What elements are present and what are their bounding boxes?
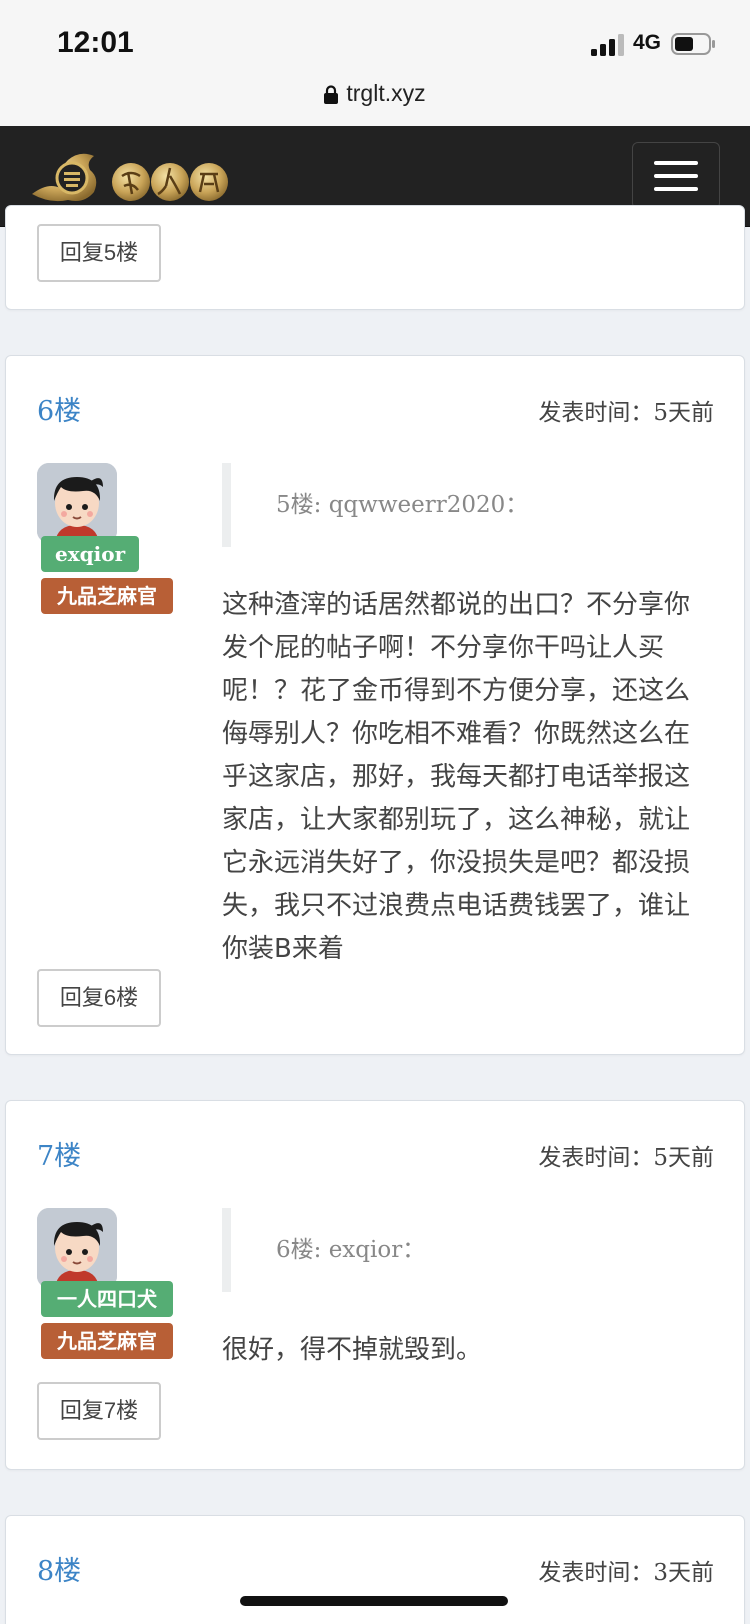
post-card-6: 6楼 发表时间：5天前 exqior 九品芝麻官 5楼: qqwweerr202… — [5, 355, 745, 1055]
address-bar[interactable]: trglt.xyz — [0, 80, 750, 107]
avatar[interactable] — [37, 463, 117, 543]
post-content: 很好，得不掉就毁到。 — [222, 1335, 483, 1365]
post-time: 发表时间：3天前 — [538, 1560, 714, 1586]
cellular-signal-icon — [591, 34, 624, 56]
lock-icon — [324, 85, 339, 104]
post-card-5: 回复5楼 — [5, 205, 745, 310]
avatar-icon — [37, 1208, 117, 1288]
reply-7-button[interactable]: 回复7楼 — [37, 1382, 161, 1440]
floor-number[interactable]: 7楼 — [37, 1134, 81, 1173]
quote-block: 5楼: qqwweerr2020： — [222, 463, 528, 547]
rank-badge: 九品芝麻官 — [41, 578, 173, 614]
post-card-7: 7楼 发表时间：5天前 一人四口犬 九品芝麻官 6楼: exqior： 很好，得… — [5, 1100, 745, 1470]
status-time: 12:01 — [57, 26, 134, 59]
network-type: 4G — [633, 31, 662, 54]
username-badge[interactable]: exqior — [41, 536, 140, 572]
post-card-8: 8楼 发表时间：3天前 — [5, 1515, 745, 1624]
rank-badge: 九品芝麻官 — [41, 1323, 173, 1359]
post-time: 发表时间：5天前 — [538, 1145, 714, 1171]
reply-6-button[interactable]: 回复6楼 — [37, 969, 161, 1027]
avatar[interactable] — [37, 1208, 117, 1288]
post-content: 这种渣滓的话居然都说的出口？不分享你发个屁的帖子啊！不分享你干吗让人买呢！？花了… — [222, 590, 691, 964]
username-badge[interactable]: 一人四口犬 — [41, 1281, 173, 1317]
home-indicator[interactable] — [240, 1596, 508, 1606]
reply-5-button[interactable]: 回复5楼 — [37, 224, 161, 282]
quote-block: 6楼: exqior： — [222, 1208, 425, 1292]
avatar-icon — [37, 463, 117, 543]
status-bar: 12:01 4G trglt.xyz — [0, 0, 750, 126]
floor-number[interactable]: 6楼 — [37, 389, 81, 428]
battery-icon — [671, 33, 715, 55]
site-logo-icon[interactable] — [28, 142, 228, 212]
floor-number[interactable]: 8楼 — [37, 1549, 81, 1588]
hamburger-menu-icon[interactable] — [632, 142, 720, 209]
url-text: trglt.xyz — [346, 80, 426, 106]
post-time: 发表时间：5天前 — [538, 400, 714, 426]
